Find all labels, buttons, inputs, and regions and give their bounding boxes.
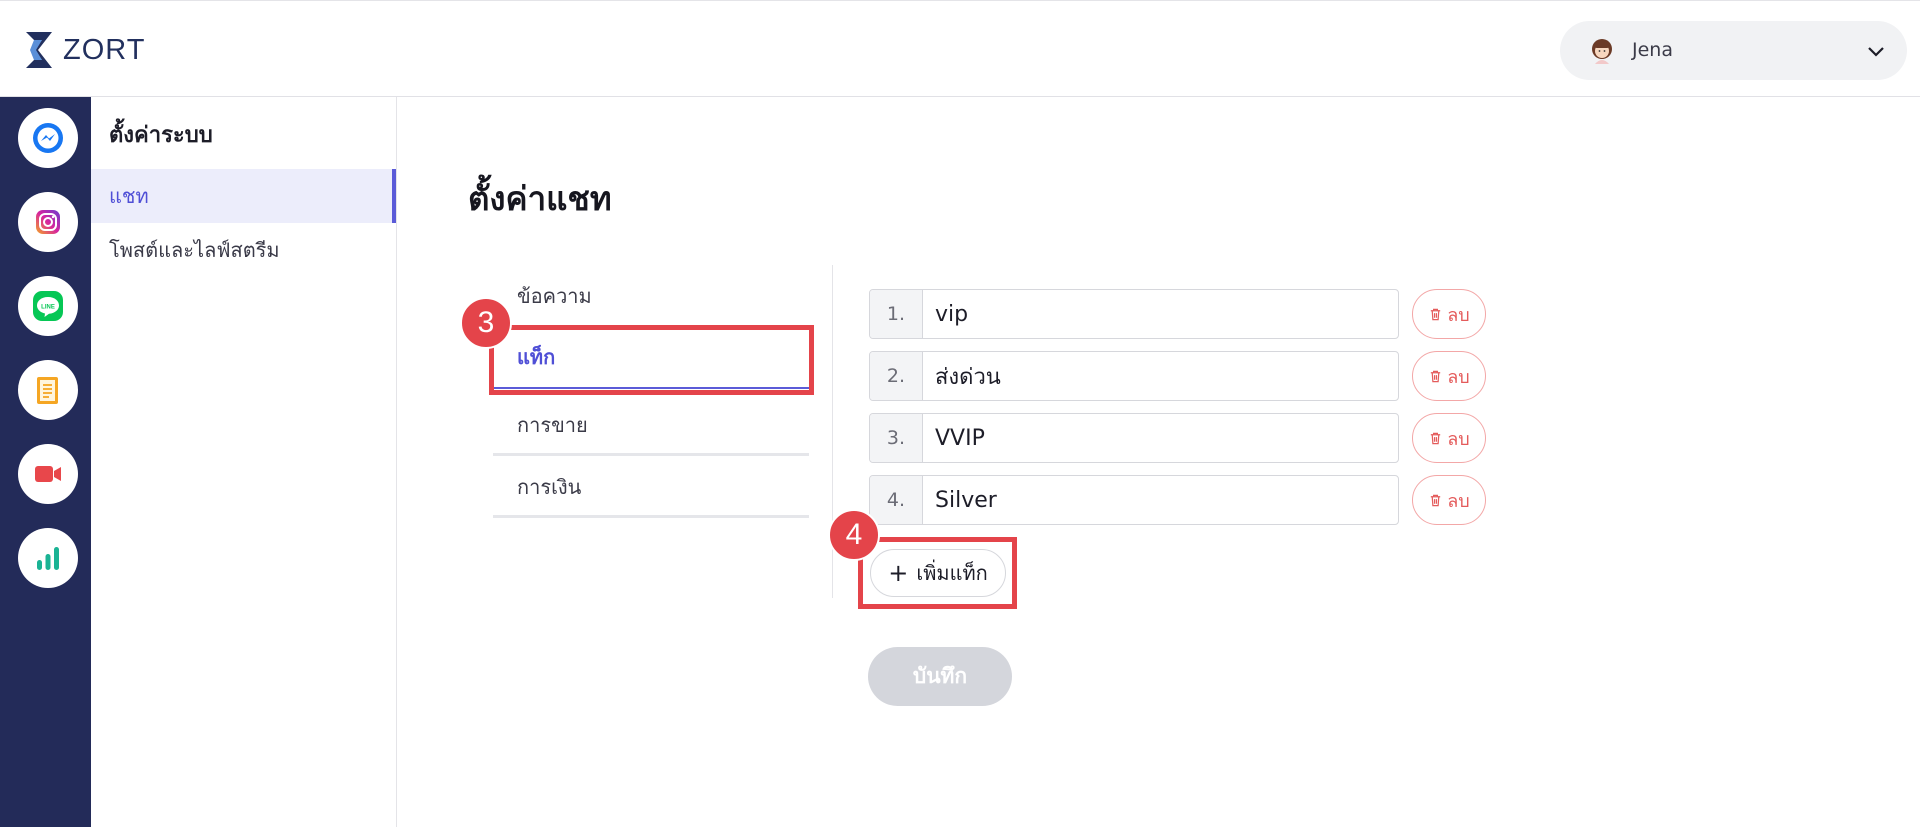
callout-badge: 4: [828, 509, 880, 561]
tab-divider: [493, 515, 809, 518]
callout-highlight: [858, 537, 1017, 609]
sidebar-item-posts-livestream[interactable]: โพสต์และไลฟ์สตรีม: [91, 223, 396, 277]
logo-text: ZORT: [63, 33, 146, 66]
instagram-button[interactable]: [18, 192, 78, 252]
tab-messages[interactable]: ข้อความ: [493, 265, 809, 327]
trash-icon: [1431, 308, 1441, 320]
tag-number: 4.: [870, 476, 923, 524]
trash-icon: [1431, 370, 1441, 382]
callout-highlight: [489, 325, 814, 395]
tag-number: 2.: [870, 352, 923, 400]
tag-input[interactable]: [923, 414, 1398, 462]
settings-title: ตั้งค่าระบบ: [109, 123, 213, 148]
analytics-icon: [37, 547, 59, 570]
tag-number: 1.: [870, 290, 923, 338]
tag-input[interactable]: [923, 476, 1398, 524]
delete-label: ลบ: [1447, 366, 1470, 388]
channel-rail: LINE: [0, 97, 91, 827]
line-button[interactable]: LINE: [18, 276, 78, 336]
tag-field: 3.: [869, 413, 1399, 463]
chevron-down-icon[interactable]: [1866, 41, 1886, 61]
tab-sales[interactable]: การขาย: [493, 394, 809, 456]
tag-row: 1. ลบ: [869, 289, 1489, 339]
delete-tag-button[interactable]: ลบ: [1412, 475, 1486, 525]
delete-label: ลบ: [1447, 428, 1470, 450]
zort-logo[interactable]: ZORT: [24, 30, 145, 70]
delete-label: ลบ: [1447, 490, 1470, 512]
sidebar-item-chat[interactable]: แชท: [91, 169, 396, 223]
analytics-button[interactable]: [18, 528, 78, 588]
save-button[interactable]: บันทึก: [868, 647, 1012, 706]
user-menu[interactable]: Jena: [1560, 21, 1907, 80]
messenger-icon: [33, 123, 63, 153]
callout-badge: 3: [460, 297, 512, 349]
page-title: ตั้งค่าแชท: [468, 179, 612, 218]
trash-icon: [1431, 432, 1441, 444]
trash-icon: [1431, 494, 1441, 506]
delete-tag-button[interactable]: ลบ: [1412, 289, 1486, 339]
live-video-icon: [35, 466, 61, 482]
instagram-icon: [36, 210, 60, 234]
user-avatar: [1592, 39, 1612, 64]
zort-logo-icon: [26, 32, 52, 68]
messenger-button[interactable]: [18, 108, 78, 168]
tag-row: 3. ลบ: [869, 413, 1489, 463]
tag-field: 4.: [869, 475, 1399, 525]
notes-button[interactable]: [18, 360, 78, 420]
tag-row: 4. ลบ: [869, 475, 1489, 525]
user-name: Jena: [1632, 39, 1673, 61]
tag-number: 3.: [870, 414, 923, 462]
notes-icon: [37, 377, 58, 404]
delete-label: ลบ: [1447, 304, 1470, 326]
tag-row: 2. ลบ: [869, 351, 1489, 401]
settings-sidebar: ตั้งค่าระบบ แชท โพสต์และไลฟ์สตรีม: [91, 97, 397, 827]
live-video-button[interactable]: [18, 444, 78, 504]
svg-text:LINE: LINE: [41, 305, 55, 311]
delete-tag-button[interactable]: ลบ: [1412, 351, 1486, 401]
tag-input[interactable]: [923, 290, 1398, 338]
tag-field: 2.: [869, 351, 1399, 401]
delete-tag-button[interactable]: ลบ: [1412, 413, 1486, 463]
tag-field: 1.: [869, 289, 1399, 339]
tag-input[interactable]: [923, 352, 1398, 400]
tab-finance[interactable]: การเงิน: [493, 456, 809, 518]
line-icon: LINE: [33, 291, 63, 321]
top-header: ZORT Jena: [0, 0, 1920, 97]
